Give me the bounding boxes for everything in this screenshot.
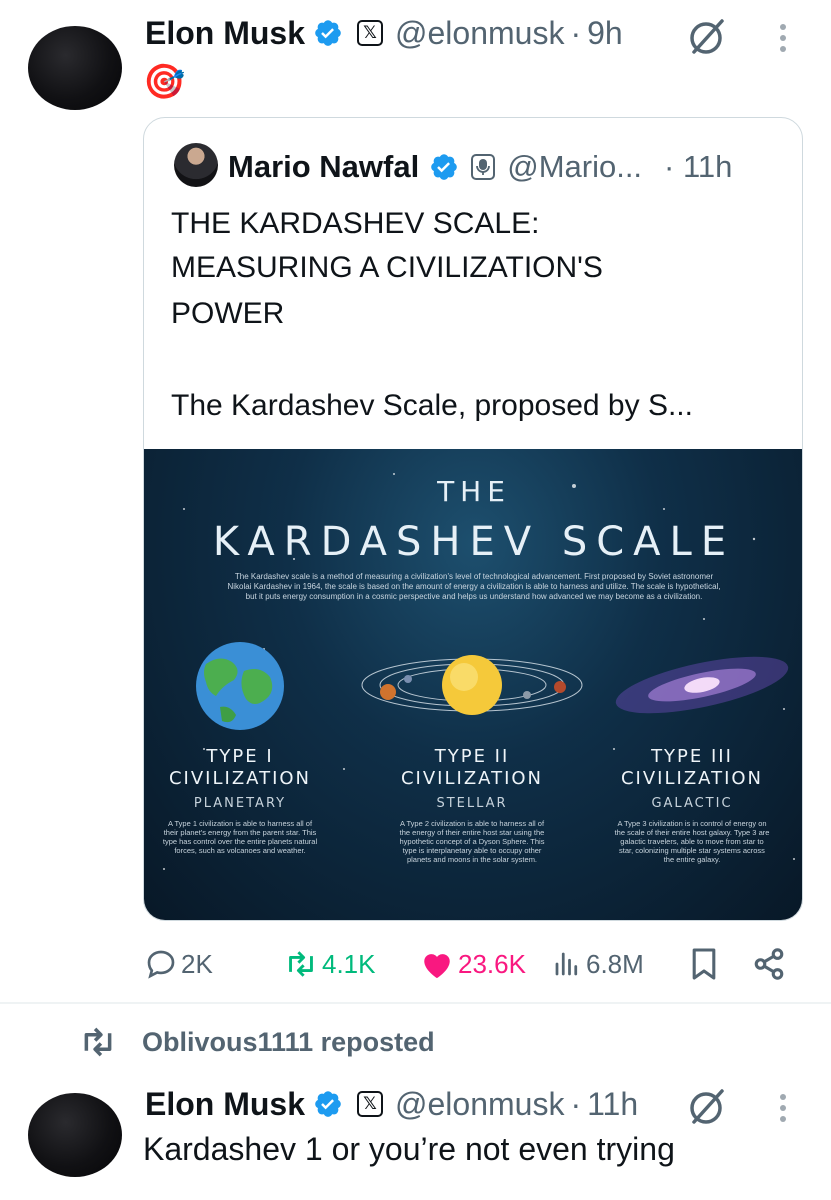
type-1-label: TYPE I: [206, 746, 274, 767]
avatar[interactable]: [28, 1093, 122, 1177]
like-count: 23.6K: [458, 948, 526, 979]
author-handle[interactable]: @elonmusk: [395, 15, 564, 52]
quoted-text-line3: POWER: [171, 297, 285, 330]
quoted-author-name[interactable]: Mario Nawfal: [228, 149, 419, 185]
grok-icon[interactable]: [686, 16, 728, 58]
repost-button[interactable]: 4.1K: [284, 944, 376, 984]
quoted-avatar[interactable]: [174, 143, 218, 187]
type-1-sub: PLANETARY: [193, 796, 287, 811]
grok-icon[interactable]: [686, 1086, 728, 1128]
avatar[interactable]: [28, 26, 122, 110]
dot-separator: ·: [570, 1085, 582, 1122]
author-name[interactable]: Elon Musk: [145, 1086, 305, 1123]
type-3-civilization: CIVILIZATION: [620, 768, 764, 789]
quoted-tweet-card[interactable]: Mario Nawfal @Mario... · 11h THE KARDASH…: [143, 117, 803, 921]
more-options-icon[interactable]: [780, 1094, 788, 1127]
share-icon: [754, 948, 784, 980]
reply-count: 2K: [181, 948, 213, 979]
view-count: 6.8M: [586, 948, 644, 979]
type-2-desc: A Type 2 civilization is able to harness…: [399, 819, 545, 864]
type-3-sub: GALACTIC: [651, 796, 733, 811]
views-icon: [555, 952, 578, 976]
kardashev-infographic-image[interactable]: THE KARDASHEV SCALE The Kardashev scale …: [144, 449, 802, 920]
tweet-header: Elon Musk 𝕏 @elonmusk · 11h: [145, 1083, 638, 1125]
type-1-civilization: CIVILIZATION: [168, 768, 312, 789]
timestamp[interactable]: 11h: [587, 1086, 638, 1123]
quoted-text-line2: MEASURING A CIVILIZATION'S: [171, 251, 603, 284]
type-3-label: TYPE III: [651, 746, 733, 767]
repost-count: 4.1K: [322, 948, 376, 979]
repost-icon: [289, 951, 313, 977]
tweet-action-bar: 2K 4.1K 23.6K 6.8M: [0, 944, 831, 984]
type-1-desc: A Type 1 civilization is able to harness…: [162, 819, 318, 855]
tweet-text: 🎯: [143, 63, 186, 101]
repost-label[interactable]: Oblivous1111 reposted: [142, 1027, 435, 1058]
type-2-civilization: CIVILIZATION: [400, 768, 544, 789]
type-3-column: TYPE III CIVILIZATION GALACTIC A Type 3 …: [592, 746, 792, 864]
views-button[interactable]: 6.8M: [552, 944, 644, 984]
reply-icon: [147, 950, 175, 979]
author-handle[interactable]: @elonmusk: [395, 1086, 564, 1123]
quoted-timestamp[interactable]: · 11h: [664, 149, 732, 185]
bookmark-button[interactable]: [690, 944, 718, 984]
bookmark-icon: [692, 948, 716, 980]
type-2-label: TYPE II: [434, 746, 510, 767]
divider: [0, 1002, 831, 1004]
quoted-text-line4: The Kardashev Scale, proposed by S...: [171, 389, 693, 422]
quoted-text-line1: THE KARDASHEV SCALE:: [171, 207, 540, 240]
dot-separator: ·: [570, 14, 582, 51]
infographic-description: The Kardashev scale is a method of measu…: [227, 572, 721, 601]
type-1-column: TYPE I CIVILIZATION PLANETARY A Type 1 c…: [144, 746, 340, 855]
timestamp[interactable]: 9h: [587, 15, 623, 52]
type-2-column: TYPE II CIVILIZATION STELLAR A Type 2 ci…: [372, 746, 572, 864]
x-affiliate-badge-icon[interactable]: 𝕏: [357, 1091, 384, 1117]
verified-badge-icon[interactable]: [429, 152, 459, 182]
type-3-desc: A Type 3 civilization is in control of e…: [614, 819, 770, 864]
share-button[interactable]: [752, 944, 786, 984]
repost-indicator[interactable]: Oblivous1111 reposted: [78, 1026, 435, 1058]
infographic-title: KARDASHEV SCALE: [212, 519, 736, 565]
x-affiliate-badge-icon[interactable]: 𝕏: [357, 20, 384, 46]
tweet-header: Elon Musk 𝕏 @elonmusk · 9h: [145, 12, 623, 54]
verified-badge-icon[interactable]: [313, 18, 343, 48]
verified-badge-icon[interactable]: [313, 1089, 343, 1119]
infographic-the: THE: [437, 475, 511, 508]
podcast-affiliate-badge-icon[interactable]: [471, 154, 496, 180]
repost-icon: [84, 1027, 112, 1057]
more-options-icon[interactable]: [780, 24, 788, 57]
author-name[interactable]: Elon Musk: [145, 15, 305, 52]
type-2-sub: STELLAR: [436, 796, 508, 811]
quoted-header: Mario Nawfal @Mario... · 11h: [228, 146, 732, 188]
heart-icon: [424, 954, 450, 979]
reply-button[interactable]: 2K: [145, 944, 213, 984]
like-button[interactable]: 23.6K: [420, 944, 526, 984]
quoted-author-handle[interactable]: @Mario...: [507, 149, 642, 185]
tweet-text: Kardashev 1 or you’re not even trying: [143, 1131, 675, 1167]
